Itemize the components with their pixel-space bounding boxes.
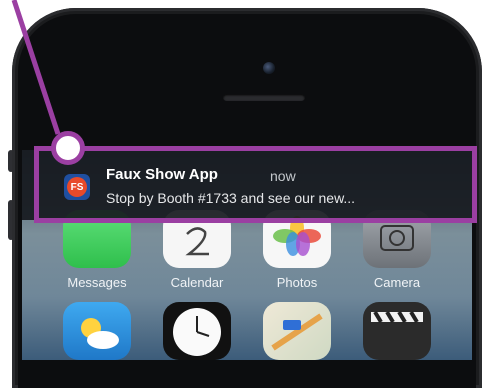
callout-pointer-line (11, 0, 61, 135)
callout-dot (51, 131, 85, 165)
